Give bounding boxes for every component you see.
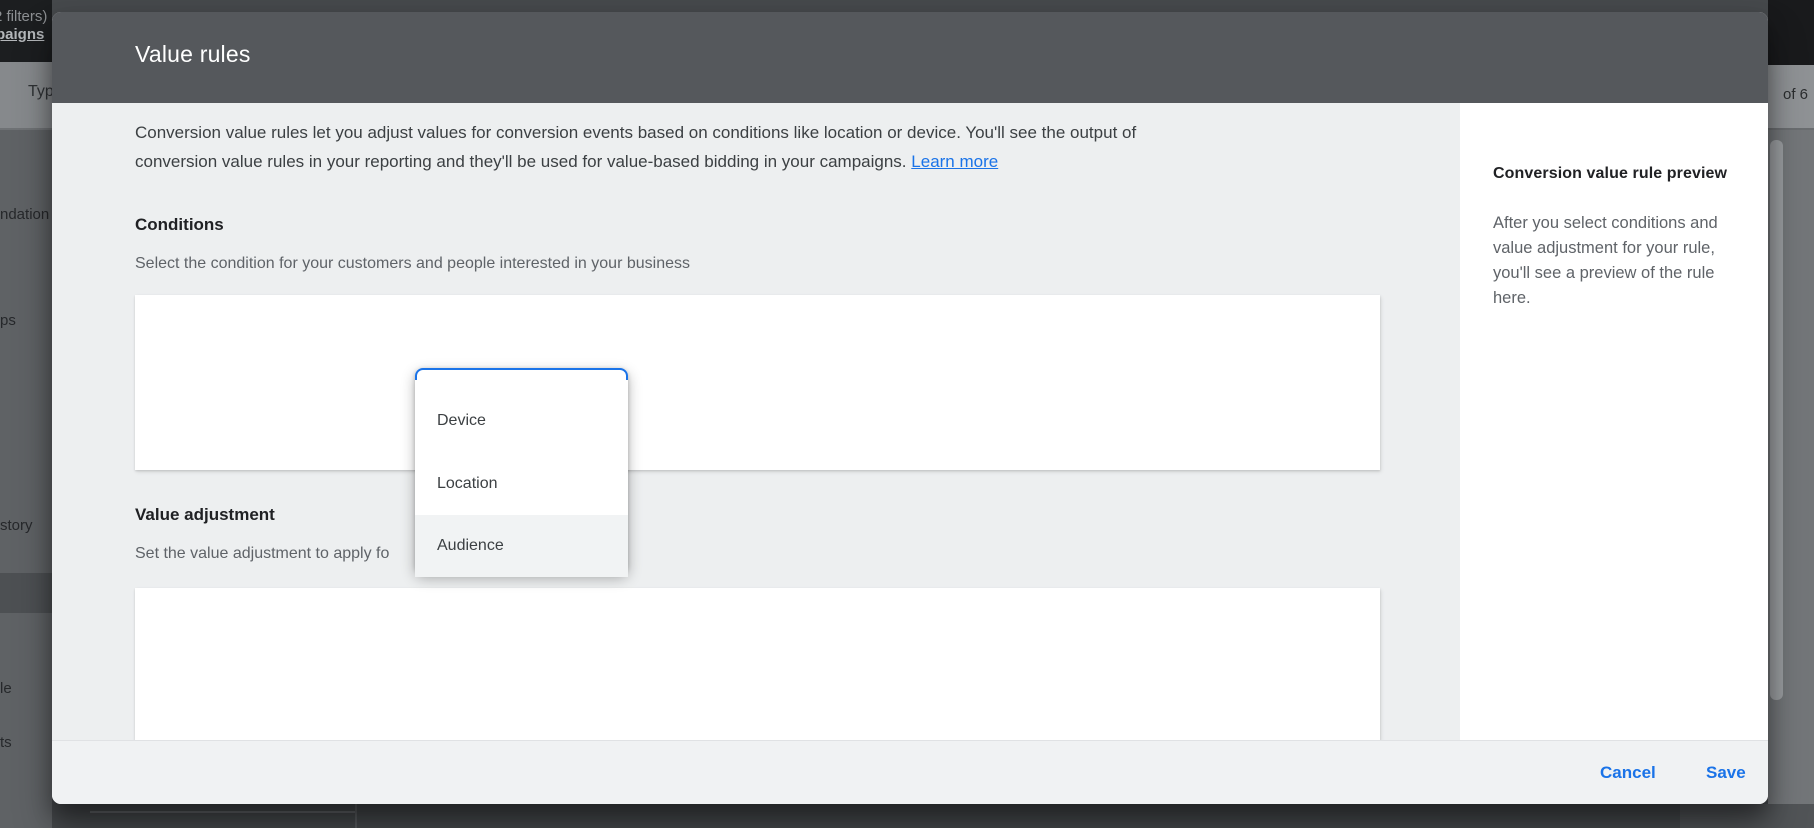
learn-more-link[interactable]: Learn more bbox=[911, 152, 998, 171]
background-campaigns-link[interactable]: paigns bbox=[0, 26, 44, 43]
preview-heading: Conversion value rule preview bbox=[1493, 165, 1727, 183]
preview-line: After you select conditions and bbox=[1493, 214, 1718, 232]
primary-condition-card: Primary condition Select your rule's pri… bbox=[135, 295, 1380, 470]
background-nav-item[interactable]: le bbox=[0, 680, 12, 697]
background-topbar-right bbox=[1768, 0, 1814, 65]
background-pagination-text: of 6 bbox=[1783, 86, 1808, 103]
description-line1: Conversion value rules let you adjust va… bbox=[135, 123, 1136, 142]
preview-line: you'll see a preview of the rule bbox=[1493, 264, 1714, 282]
background-left-nav: ndation ps story le ts bbox=[0, 130, 52, 828]
background-nav-item[interactable]: ts bbox=[0, 734, 12, 751]
background-nav-item[interactable]: story bbox=[0, 517, 33, 534]
background-table-line bbox=[90, 811, 356, 813]
preview-body-text: After you select conditions and value ad… bbox=[1493, 211, 1743, 311]
dialog-header: Value rules bbox=[52, 12, 1768, 103]
background-scrollbar[interactable] bbox=[1770, 140, 1783, 700]
value-rules-dialog: Value rules Conversion value rules let y… bbox=[52, 12, 1768, 804]
cancel-button[interactable]: Cancel bbox=[1592, 759, 1664, 787]
preview-panel: Conversion value rule preview After you … bbox=[1460, 103, 1768, 740]
menu-item-location[interactable]: Location bbox=[415, 455, 628, 513]
conditions-heading: Conditions bbox=[135, 215, 224, 235]
background-nav-item[interactable]: ndation bbox=[0, 206, 49, 223]
background-filters-text: 2 filters) bbox=[0, 8, 47, 25]
screen: 2 filters) paigns Typ of 6 ndation ps st… bbox=[0, 0, 1814, 828]
background-table-line bbox=[355, 804, 357, 828]
menu-item-device[interactable]: Device bbox=[415, 392, 628, 450]
primary-condition-menu: Device Location Audience bbox=[415, 368, 628, 573]
description-line2: conversion value rules in your reporting… bbox=[135, 152, 907, 171]
background-table-area bbox=[1680, 804, 1814, 828]
value-adjustment-subheading: Set the value adjustment to apply fo bbox=[135, 545, 389, 563]
value-adjustment-card: Value Select the value adjustment that w… bbox=[135, 588, 1380, 740]
save-button[interactable]: Save bbox=[1698, 759, 1754, 787]
dialog-title: Value rules bbox=[135, 41, 251, 68]
preview-line: here. bbox=[1493, 289, 1531, 307]
dialog-description: Conversion value rules let you adjust va… bbox=[135, 118, 1295, 176]
menu-item-audience[interactable]: Audience bbox=[415, 515, 628, 577]
background-nav-selected-item bbox=[0, 573, 52, 613]
background-nav-item[interactable]: ps bbox=[0, 312, 16, 329]
value-adjustment-heading: Value adjustment bbox=[135, 505, 275, 525]
dialog-footer: Cancel Save bbox=[52, 740, 1768, 804]
preview-line: value adjustment for your rule, bbox=[1493, 239, 1715, 257]
background-topbar-left: 2 filters) paigns bbox=[0, 0, 52, 62]
background-type-column-header: Typ bbox=[28, 83, 54, 101]
conditions-subheading: Select the condition for your customers … bbox=[135, 255, 690, 273]
